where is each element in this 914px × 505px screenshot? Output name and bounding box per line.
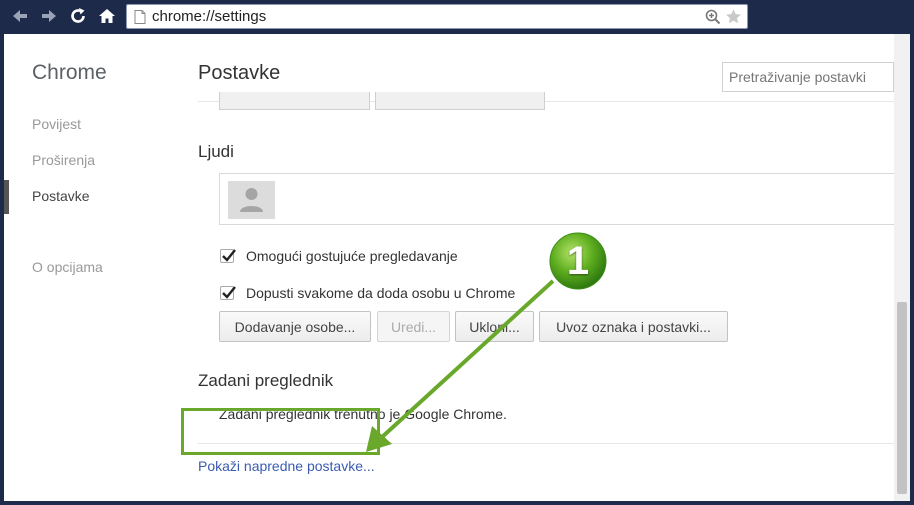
forward-icon [42,10,56,22]
scrolled-button[interactable] [375,92,545,110]
scrollbar-thumb[interactable] [897,302,907,494]
guest-browsing-label: Omogući gostujuće pregledavanje [246,248,458,264]
zoom-icon[interactable] [705,9,721,25]
sidebar-brand: Chrome [32,61,107,84]
url-text: chrome://settings [152,8,267,25]
highlight-box [181,408,380,455]
home-icon [99,9,115,23]
show-advanced-settings-link[interactable]: Pokaži napredne postavke... [198,458,375,474]
sidebar-item-extensions[interactable]: Proširenja [32,152,95,168]
scrolled-button[interactable] [219,92,370,110]
add-person-label: Dopusti svakome da doda osobu u Chrome [246,285,516,301]
avatar[interactable] [228,181,275,219]
forward-button[interactable] [37,4,61,28]
vertical-scrollbar[interactable] [894,34,910,501]
checkmark-icon [222,286,236,299]
edit-person-button[interactable]: Uredi... [377,311,450,342]
reload-icon [71,8,85,23]
profiles-list[interactable] [219,173,899,225]
guest-browsing-checkbox[interactable] [220,249,236,263]
search-settings-input[interactable] [722,62,894,92]
callout-number: 1 [566,238,590,283]
active-indicator [4,180,9,214]
checkbox-add-person-row[interactable]: Dopusti svakome da doda osobu u Chrome [220,285,515,301]
step-callout: 1 [545,228,611,294]
add-person-button[interactable]: Dodavanje osobe... [219,311,371,342]
person-icon [240,188,263,212]
sidebar-item-settings[interactable]: Postavke [32,188,90,204]
star-icon[interactable] [725,8,742,25]
page-icon [134,10,146,24]
back-icon [13,10,27,22]
add-person-checkbox[interactable] [220,286,236,300]
section-title-people: Ljudi [198,142,234,161]
sidebar-item-about[interactable]: O opcijama [32,259,103,275]
checkbox-guest-browsing-row[interactable]: Omogući gostujuće pregledavanje [220,248,458,264]
settings-page: Chrome Povijest Proširenja Postavke O op… [4,34,910,501]
import-bookmarks-button[interactable]: Uvoz oznaka i postavki... [539,311,728,342]
back-button[interactable] [8,4,32,28]
section-title-default-browser: Zadani preglednik [198,371,334,390]
browser-toolbar: chrome://settings [0,0,914,34]
remove-person-button[interactable]: Ukloni... [455,311,534,342]
reload-button[interactable] [66,4,90,28]
checkmark-icon [222,249,236,262]
address-bar[interactable]: chrome://settings [126,4,748,29]
sidebar-item-history[interactable]: Povijest [32,116,81,132]
sidebar: Chrome Povijest Proširenja Postavke O op… [4,34,184,501]
page-title: Postavke [198,62,281,84]
home-button[interactable] [95,4,119,28]
